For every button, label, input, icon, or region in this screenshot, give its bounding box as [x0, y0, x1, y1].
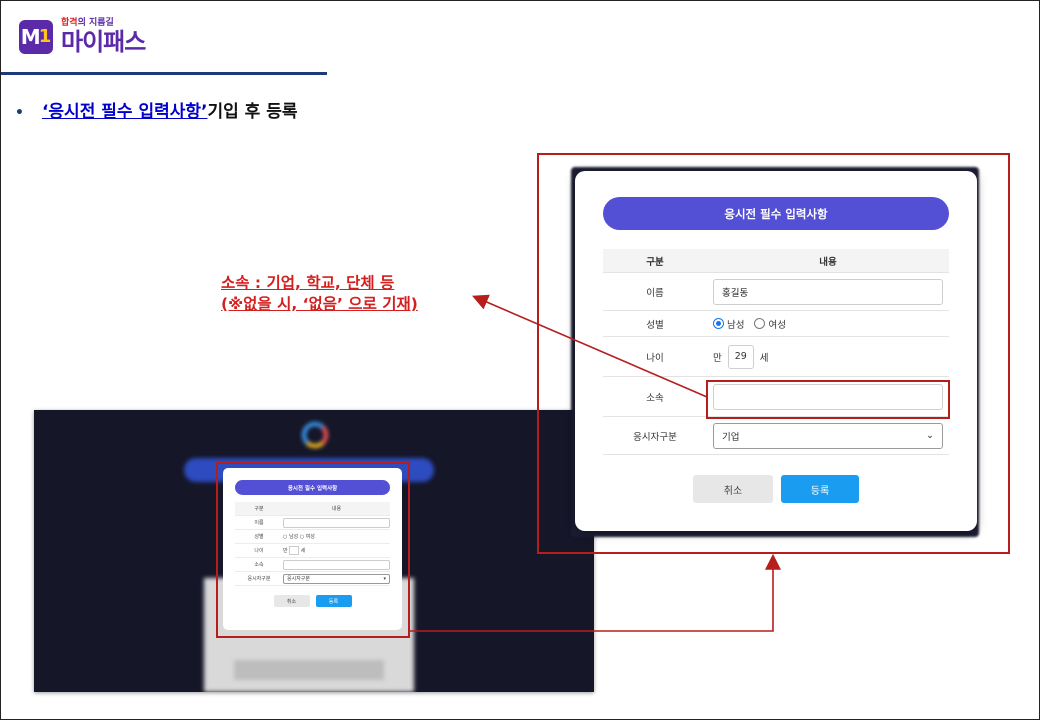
annotation-arrows	[410, 294, 781, 632]
slide: M1 합격의 지름길 마이패스 • ‘응시전 필수 입력사항’ 기입 후 등록 …	[0, 0, 1040, 720]
arrow-to-zoom	[410, 553, 781, 632]
arrow-to-annotation	[472, 294, 708, 398]
